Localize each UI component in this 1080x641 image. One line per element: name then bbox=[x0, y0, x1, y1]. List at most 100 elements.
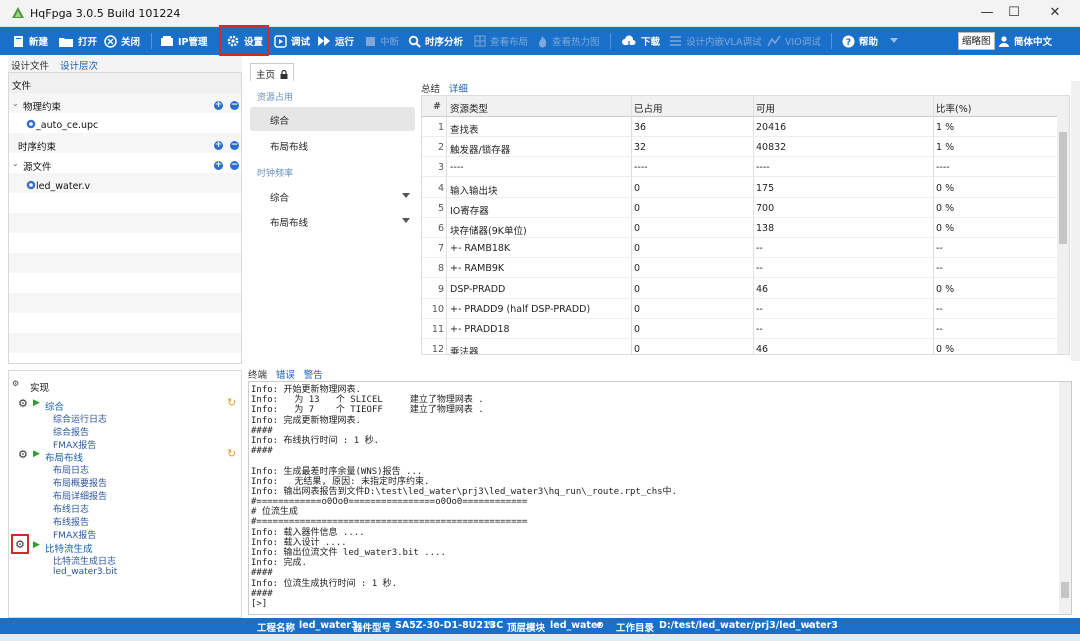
remove-icon[interactable]: − bbox=[230, 101, 239, 110]
chevron-down-icon[interactable]: ⌄ bbox=[12, 159, 19, 168]
add-icon[interactable]: + bbox=[214, 161, 223, 170]
ip-manager-label: IP管理 bbox=[178, 37, 208, 48]
ip-manager-button[interactable]: IP管理 bbox=[160, 27, 208, 55]
link-place-summary[interactable]: 布局概要报告 bbox=[53, 476, 107, 489]
table-row[interactable]: 2 触发器/锁存器 32 40832 1 % bbox=[422, 137, 1057, 158]
page-scrollbar[interactable] bbox=[1071, 81, 1080, 361]
link-place-detail[interactable]: 布局详细报告 bbox=[53, 489, 107, 502]
table-row[interactable]: 12 乘法器 0 46 0 % bbox=[422, 339, 1057, 354]
table-row[interactable]: 4 输入输出块 0 175 0 % bbox=[422, 178, 1057, 198]
vla-debug-button[interactable]: 设计内嵌VLA调试 bbox=[669, 27, 762, 55]
log-scrollbar[interactable] bbox=[1059, 382, 1071, 614]
tab-summary[interactable]: 总结 bbox=[421, 84, 440, 95]
impl-bitstream[interactable]: 比特流生成 bbox=[45, 541, 93, 555]
link-synth-log[interactable]: 综合运行日志 bbox=[53, 412, 107, 425]
nav-resource-synth[interactable]: 综合 bbox=[250, 107, 415, 131]
tab-terminal[interactable]: 终端 bbox=[248, 370, 267, 381]
timing-analysis-button[interactable]: 时序分析 bbox=[408, 27, 463, 55]
link-place-log[interactable]: 布局日志 bbox=[53, 463, 89, 476]
view-layout-button[interactable]: 查看布局 bbox=[474, 27, 528, 55]
help-dropdown-button[interactable] bbox=[890, 27, 902, 55]
cell-resource: +- RAMB9K bbox=[450, 263, 505, 275]
tree-source-files[interactable]: 源文件 bbox=[23, 159, 52, 173]
add-icon[interactable]: + bbox=[214, 101, 223, 110]
tab-warnings[interactable]: 警告 bbox=[304, 370, 323, 381]
table-row[interactable]: 9 DSP-PRADD 0 46 0 % bbox=[422, 279, 1057, 299]
link-fmax-report-2[interactable]: FMAX报告 bbox=[53, 528, 96, 541]
tree-upc-file[interactable]: _auto_ce.upc bbox=[26, 119, 98, 131]
language-button[interactable]: 简体中文 bbox=[998, 27, 1052, 55]
chevron-down-icon[interactable]: ⌄ bbox=[12, 99, 19, 108]
terminal-log[interactable]: Info: 开始更新物理网表. Info: 为 13 个 SLICEL 建立了物理… bbox=[248, 381, 1072, 615]
debug-label: 调试 bbox=[291, 37, 311, 48]
thumbnail-button[interactable]: 缩略图 bbox=[958, 32, 995, 50]
table-row[interactable]: 8 +- RAMB9K 0 -- -- bbox=[422, 258, 1057, 279]
add-icon[interactable]: + bbox=[214, 141, 223, 150]
log-line: #### bbox=[251, 588, 273, 599]
link-bit-file[interactable]: led_water3.bit bbox=[53, 567, 117, 577]
tree-row-stripe bbox=[9, 213, 241, 233]
refresh-icon[interactable]: ↻ bbox=[227, 396, 236, 409]
stop-button[interactable]: 中断 bbox=[365, 27, 399, 55]
cell-used: ---- bbox=[634, 162, 648, 174]
pin-icon[interactable]: ✓ bbox=[806, 620, 814, 631]
table-row[interactable]: 11 +- PRADD18 0 -- -- bbox=[422, 319, 1057, 339]
edit-icon[interactable]: ✎ bbox=[487, 620, 495, 631]
table-row[interactable]: 1 查找表 36 20416 1 % bbox=[422, 117, 1057, 137]
nav-clock-synth[interactable]: 综合 bbox=[250, 184, 416, 208]
debug-button[interactable]: 调试 bbox=[274, 27, 310, 55]
close-project-button[interactable]: 关闭 bbox=[104, 27, 140, 55]
tree-timing-constraints[interactable]: 时序约束 bbox=[18, 139, 56, 153]
impl-place-route[interactable]: 布局布线 bbox=[45, 450, 83, 464]
run-button[interactable]: 运行 bbox=[317, 27, 354, 55]
log-line: Info: 布线执行时间 : 1 秒. bbox=[251, 435, 380, 446]
search-icon bbox=[408, 35, 421, 48]
nav-resource-pnr[interactable]: 布局布线 bbox=[250, 133, 416, 157]
gear-icon[interactable]: ⚙ bbox=[18, 448, 28, 461]
tab-detail[interactable]: 详细 bbox=[449, 84, 468, 95]
refresh-icon[interactable]: ↻ bbox=[227, 447, 236, 460]
view-layout-label: 查看布局 bbox=[490, 37, 529, 48]
new-button[interactable]: 新建 bbox=[12, 27, 48, 55]
run-pnr-icon[interactable]: ▶ bbox=[33, 449, 40, 459]
tab-design-hierarchy[interactable]: 设计层次 bbox=[60, 58, 98, 72]
link-route-report[interactable]: 布线报告 bbox=[53, 515, 89, 528]
run-bitgen-icon[interactable]: ▶ bbox=[33, 540, 40, 550]
link-route-log[interactable]: 布线日志 bbox=[53, 502, 89, 515]
tab-errors[interactable]: 错误 bbox=[276, 370, 295, 381]
table-row[interactable]: 10 +- PRADD9 (half DSP-PRADD) 0 -- -- bbox=[422, 299, 1057, 319]
table-row[interactable]: 5 IO寄存器 0 700 0 % bbox=[422, 198, 1057, 218]
cell-index: 7 bbox=[437, 243, 444, 255]
maximize-button[interactable]: ☐ bbox=[999, 3, 1029, 23]
cell-available: -- bbox=[756, 263, 763, 275]
link-synth-report[interactable]: 综合报告 bbox=[53, 425, 89, 438]
gear-icon[interactable]: ⚙ bbox=[18, 397, 28, 410]
log-line: Info: 输出网表报告到文件D:\test\led_water\prj3\le… bbox=[251, 486, 677, 497]
close-window-button[interactable]: ✕ bbox=[1040, 3, 1070, 23]
impl-synth[interactable]: 综合 bbox=[45, 399, 64, 413]
tab-home[interactable]: 主页 bbox=[250, 63, 294, 81]
open-button[interactable]: 打开 bbox=[58, 27, 97, 55]
tree-verilog-file[interactable]: led_water.v bbox=[26, 180, 90, 192]
table-row[interactable]: 6 块存储器(9K单位) 0 138 0 % bbox=[422, 218, 1057, 238]
log-line: Info: 位流生成执行时间 : 1 秒. bbox=[251, 578, 398, 589]
vio-debug-button[interactable]: VIO调试 bbox=[767, 27, 821, 55]
download-button[interactable]: 下载 bbox=[621, 27, 660, 55]
link-bitgen-log[interactable]: 比特流生成日志 bbox=[53, 554, 116, 567]
log-scrollbar-thumb[interactable] bbox=[1061, 582, 1069, 598]
clear-icon[interactable]: ⊗ bbox=[596, 620, 604, 631]
view-heatmap-button[interactable]: 查看热力图 bbox=[537, 27, 600, 55]
remove-icon[interactable]: − bbox=[230, 161, 239, 170]
log-line: Info: 完成更新物理网表. bbox=[251, 415, 361, 426]
minimize-button[interactable]: — bbox=[972, 3, 1002, 23]
help-button[interactable]: ? 帮助 bbox=[842, 27, 878, 55]
tab-design-files[interactable]: 设计文件 bbox=[11, 58, 49, 72]
run-synth-icon[interactable]: ▶ bbox=[33, 398, 40, 408]
tree-physical-constraints[interactable]: 物理约束 bbox=[23, 99, 61, 113]
nav-clock-pnr[interactable]: 布局布线 bbox=[250, 209, 416, 233]
table-row[interactable]: 7 +- RAMB18K 0 -- -- bbox=[422, 238, 1057, 259]
table-scrollbar-thumb[interactable] bbox=[1059, 132, 1067, 244]
remove-icon[interactable]: − bbox=[230, 141, 239, 150]
stop-label: 中断 bbox=[380, 37, 400, 48]
table-row[interactable]: 3 ---- ---- ---- ---- bbox=[422, 157, 1057, 178]
